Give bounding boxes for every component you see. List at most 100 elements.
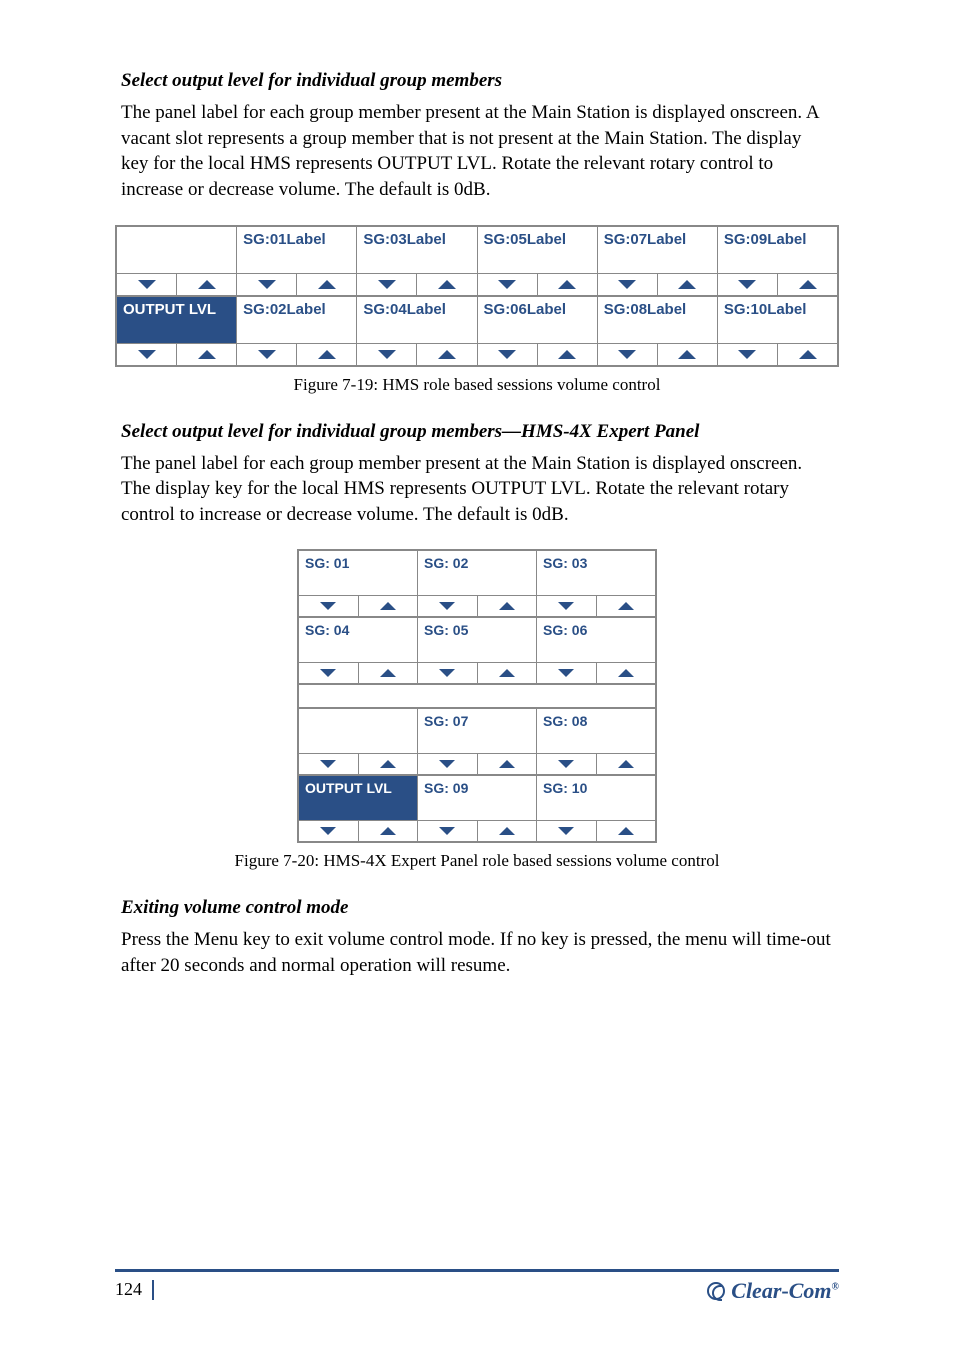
triangle-up-icon (198, 280, 216, 289)
sg-label: SG: 04 (299, 618, 417, 662)
decrease-button[interactable] (718, 344, 777, 365)
sg-label: SG: 02 (418, 551, 536, 595)
increase-button[interactable] (477, 663, 537, 683)
sg-label: SG: 06 (537, 618, 655, 662)
decrease-button[interactable] (598, 344, 657, 365)
triangle-up-icon (558, 280, 576, 289)
decrease-button[interactable] (418, 821, 477, 841)
increase-button[interactable] (657, 344, 717, 365)
increase-button[interactable] (477, 754, 537, 774)
increase-button[interactable] (358, 754, 418, 774)
triangle-down-icon (320, 827, 336, 835)
decrease-button[interactable] (478, 274, 537, 295)
stepper (299, 753, 417, 774)
decrease-button[interactable] (537, 754, 596, 774)
decrease-button[interactable] (418, 596, 477, 616)
table-cell: OUTPUT LVL (117, 297, 236, 365)
decrease-button[interactable] (299, 754, 358, 774)
increase-button[interactable] (596, 754, 656, 774)
table-cell: SG:10Label (717, 297, 837, 365)
increase-button[interactable] (657, 274, 717, 295)
decrease-button[interactable] (117, 344, 176, 365)
decrease-button[interactable] (357, 344, 416, 365)
decrease-button[interactable] (718, 274, 777, 295)
section1-title: Select output level for individual group… (121, 70, 839, 92)
stepper (418, 662, 536, 683)
table-cell (117, 227, 236, 295)
increase-button[interactable] (296, 344, 356, 365)
stepper (537, 662, 655, 683)
decrease-button[interactable] (537, 663, 596, 683)
table-cell: SG: 06 (536, 618, 655, 683)
triangle-up-icon (558, 350, 576, 359)
decrease-button[interactable] (598, 274, 657, 295)
decrease-button[interactable] (237, 344, 296, 365)
increase-button[interactable] (537, 274, 597, 295)
sg-label: SG:07Label (598, 227, 717, 273)
stepper (418, 595, 536, 616)
triangle-down-icon (138, 280, 156, 289)
triangle-down-icon (439, 602, 455, 610)
increase-button[interactable] (596, 663, 656, 683)
triangle-down-icon (439, 760, 455, 768)
increase-button[interactable] (477, 596, 537, 616)
stepper (237, 273, 356, 295)
triangle-up-icon (499, 669, 515, 677)
increase-button[interactable] (537, 344, 597, 365)
sg-label: SG:04Label (357, 297, 476, 343)
output-lvl-label: OUTPUT LVL (117, 297, 236, 343)
table-cell (299, 709, 417, 774)
triangle-up-icon (499, 602, 515, 610)
increase-button[interactable] (358, 596, 418, 616)
decrease-button[interactable] (299, 596, 358, 616)
decrease-button[interactable] (299, 663, 358, 683)
increase-button[interactable] (596, 596, 656, 616)
decrease-button[interactable] (418, 754, 477, 774)
sg-label: SG: 09 (418, 776, 536, 820)
increase-button[interactable] (416, 274, 476, 295)
increase-button[interactable] (777, 344, 837, 365)
decrease-button[interactable] (237, 274, 296, 295)
stepper (478, 343, 597, 365)
triangle-down-icon (258, 350, 276, 359)
increase-button[interactable] (358, 663, 418, 683)
increase-button[interactable] (176, 344, 236, 365)
decrease-button[interactable] (299, 821, 358, 841)
sg-label: SG: 03 (537, 551, 655, 595)
table-cell: SG: 10 (536, 776, 655, 841)
decrease-button[interactable] (537, 596, 596, 616)
decrease-button[interactable] (478, 344, 537, 365)
increase-button[interactable] (176, 274, 236, 295)
sg-label: SG:01Label (237, 227, 356, 273)
triangle-up-icon (618, 602, 634, 610)
stepper (299, 595, 417, 616)
sg-label: SG:02Label (237, 297, 356, 343)
footer-page: 124 (115, 1279, 154, 1300)
triangle-up-icon (380, 602, 396, 610)
table-cell: SG:05Label (477, 227, 597, 295)
triangle-down-icon (320, 602, 336, 610)
table2: SG: 01SG: 02SG: 03SG: 04SG: 05SG: 06SG: … (297, 549, 657, 843)
triangle-down-icon (618, 350, 636, 359)
decrease-button[interactable] (537, 821, 596, 841)
increase-button[interactable] (777, 274, 837, 295)
sg-label: SG: 05 (418, 618, 536, 662)
section2-title: Select output level for individual group… (121, 421, 839, 443)
increase-button[interactable] (596, 821, 656, 841)
decrease-button[interactable] (117, 274, 176, 295)
table1-caption: Figure 7-19: HMS role based sessions vol… (115, 375, 839, 395)
section3-body: Press the Menu key to exit volume contro… (121, 927, 833, 978)
triangle-down-icon (258, 280, 276, 289)
decrease-button[interactable] (357, 274, 416, 295)
sg-label: SG:06Label (478, 297, 597, 343)
decrease-button[interactable] (418, 663, 477, 683)
table-row: SG: 01SG: 02SG: 03 (299, 551, 655, 616)
stepper (478, 273, 597, 295)
triangle-up-icon (799, 280, 817, 289)
increase-button[interactable] (358, 821, 418, 841)
table-cell: OUTPUT LVL (299, 776, 417, 841)
increase-button[interactable] (477, 821, 537, 841)
increase-button[interactable] (296, 274, 356, 295)
table-cell: SG:04Label (356, 297, 476, 365)
increase-button[interactable] (416, 344, 476, 365)
